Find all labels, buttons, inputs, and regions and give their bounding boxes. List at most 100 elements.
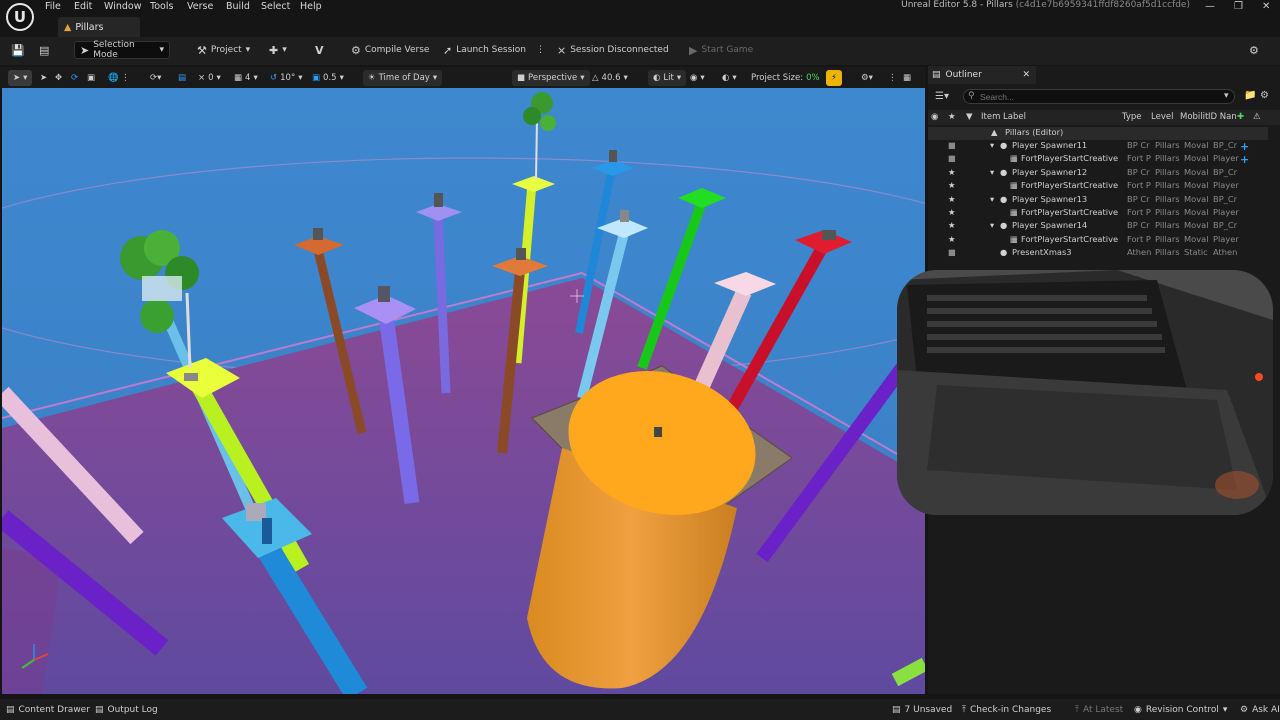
star-icon[interactable]: ★ bbox=[948, 207, 955, 217]
angle-snap-control[interactable]: ↺ 10° ▾ bbox=[270, 70, 302, 86]
add-icon[interactable]: + bbox=[1240, 153, 1249, 166]
outliner-row[interactable]: ★ ▦ FortPlayerStartCreative Fort P Pillars Mo… bbox=[928, 180, 1268, 193]
minimize-icon[interactable]: — bbox=[1205, 1, 1215, 12]
outliner-row[interactable]: ■ ▦ FortPlayerStartCreative Fort P Pillars Mo… bbox=[928, 153, 1268, 166]
checkin-button[interactable]: ⤒ Check-in Changes bbox=[962, 703, 1051, 717]
maximize-icon[interactable]: ❐ bbox=[1234, 1, 1243, 12]
expand-icon[interactable]: ▾ bbox=[990, 194, 994, 204]
unstarred-icon[interactable]: ■ bbox=[948, 247, 956, 257]
grid-size-control[interactable]: ▦ 4 ▾ bbox=[234, 70, 258, 86]
fov-control[interactable]: △ 40.6 ▾ bbox=[592, 70, 628, 86]
compile-verse-button[interactable]: ⚙ Compile Verse bbox=[346, 41, 434, 59]
level-viewport[interactable] bbox=[2, 88, 925, 694]
menu-tools[interactable]: Tools bbox=[150, 1, 173, 12]
expand-icon[interactable]: ▾ bbox=[990, 140, 994, 150]
start-game-button[interactable]: ▶ Start Game bbox=[684, 41, 758, 59]
close-icon[interactable]: ✕ bbox=[1022, 70, 1030, 80]
selection-mode-dropdown[interactable]: ➤ Selection Mode ▾ bbox=[74, 40, 170, 60]
column-level[interactable]: Level bbox=[1151, 112, 1173, 122]
time-of-day-dropdown[interactable]: ☀ Time of Day ▾ bbox=[363, 70, 443, 86]
transform-tool-dropdown[interactable]: ➤ ▾ bbox=[8, 70, 33, 86]
more-vp-icon[interactable]: ⋮ bbox=[121, 70, 130, 86]
outliner-row[interactable]: ★ ▦ FortPlayerStartCreative Fort P Pillars Mo… bbox=[928, 234, 1268, 247]
save-icon[interactable]: 💾 bbox=[6, 41, 30, 59]
select-icon[interactable]: ➤ bbox=[40, 70, 47, 86]
content-browser-icon[interactable]: ▤ bbox=[34, 41, 54, 59]
outliner-search-input[interactable] bbox=[963, 89, 1235, 104]
more-viewport-icon[interactable]: ⋮ bbox=[888, 70, 897, 86]
revision-control-button[interactable]: ◉ Revision Control ▾ bbox=[1134, 703, 1227, 717]
warning-icon[interactable]: ⚠ bbox=[1253, 112, 1261, 122]
star-icon[interactable]: ★ bbox=[948, 180, 955, 190]
column-item-label[interactable]: Item Label bbox=[981, 112, 1026, 122]
menu-window[interactable]: Window bbox=[104, 1, 141, 12]
menu-edit[interactable]: Edit bbox=[74, 1, 92, 12]
add-icon[interactable]: + bbox=[1240, 140, 1249, 153]
angle-icon: ↺ bbox=[270, 73, 278, 83]
realtime-icon[interactable]: ⚡ bbox=[826, 70, 842, 86]
add-folder-icon[interactable]: 📁 bbox=[1244, 90, 1256, 101]
tab-level[interactable]: ▲ Pillars bbox=[58, 17, 140, 37]
tree-row-root[interactable]: ▲ Pillars (Editor) bbox=[928, 127, 1268, 140]
outliner-row[interactable]: ★ ▦ FortPlayerStartCreative Fort P Pillars Mo… bbox=[928, 207, 1268, 220]
unstarred-icon[interactable]: ■ bbox=[948, 140, 956, 150]
grid-snap-icon[interactable]: ▤ bbox=[178, 70, 186, 86]
rotate-icon[interactable]: ⟳ bbox=[71, 70, 78, 86]
world-icon[interactable]: 🌐 bbox=[108, 70, 119, 86]
visibility-column-icon[interactable]: ◉ bbox=[931, 112, 938, 122]
scale-icon[interactable]: ▣ bbox=[87, 70, 95, 86]
verse-icon[interactable]: V bbox=[310, 41, 329, 59]
chevron-down-icon[interactable]: ▾ bbox=[1224, 91, 1229, 101]
output-log-button[interactable]: ▤ Output Log bbox=[95, 703, 158, 717]
column-type[interactable]: Type bbox=[1122, 112, 1142, 122]
show-flags-dropdown[interactable]: ◉ ▾ bbox=[690, 70, 705, 86]
chevron-down-icon: ▾ bbox=[245, 45, 251, 55]
add-actor-button[interactable]: ✚ ▾ bbox=[264, 41, 292, 59]
ask-ai-button[interactable]: ⚙ Ask AI bbox=[1240, 703, 1280, 717]
expand-icon[interactable]: ▾ bbox=[990, 220, 994, 230]
star-icon[interactable]: ★ bbox=[948, 234, 955, 244]
pin-column-icon[interactable]: ▼ bbox=[966, 112, 973, 122]
surface-snap-icon[interactable]: ⟳▾ bbox=[150, 70, 161, 86]
menu-build[interactable]: Build bbox=[226, 1, 250, 12]
menu-select[interactable]: Select bbox=[261, 1, 290, 12]
filter-icon[interactable]: ☰▾ bbox=[935, 91, 949, 102]
star-icon[interactable]: ★ bbox=[948, 220, 955, 230]
unsaved-button[interactable]: ▤ 7 Unsaved bbox=[892, 703, 952, 717]
actor-add-icon[interactable]: ✚ bbox=[1237, 112, 1244, 122]
scale-snap-control[interactable]: ▣ 0.5 ▾ bbox=[312, 70, 344, 86]
launch-session-button[interactable]: ➚ Launch Session bbox=[438, 41, 531, 59]
expand-icon[interactable]: ▾ bbox=[990, 167, 994, 177]
outliner-row[interactable]: ★ ▾ ● Player Spawner13 BP Cr Pillars Moval BP_C… bbox=[928, 194, 1268, 207]
close-window-icon[interactable]: ✕ bbox=[1262, 1, 1270, 12]
menu-file[interactable]: File bbox=[45, 1, 61, 12]
star-column-icon[interactable]: ★ bbox=[948, 112, 956, 122]
outliner-row[interactable]: ★ ▾ ● Player Spawner14 BP Cr Pillars Moval BP_C… bbox=[928, 220, 1268, 233]
outliner-row[interactable]: ■ ● PresentXmas3 Athen Pillars Static Athen bbox=[928, 247, 1268, 260]
performance-dropdown[interactable]: ◐ ▾ bbox=[722, 70, 737, 86]
menu-help[interactable]: Help bbox=[300, 1, 322, 12]
users-icon[interactable]: ⚙ bbox=[1244, 41, 1264, 59]
menu-verse[interactable]: Verse bbox=[187, 1, 213, 12]
lit-dropdown[interactable]: ◐ Lit ▾ bbox=[648, 70, 687, 86]
star-icon[interactable]: ★ bbox=[948, 194, 955, 204]
column-mobility[interactable]: Mobilit bbox=[1180, 112, 1208, 122]
outliner-row[interactable]: ★ ▾ ● Player Spawner12 BP Cr Pillars Moval BP_C… bbox=[928, 167, 1268, 180]
move-icon[interactable]: ✥ bbox=[55, 70, 62, 86]
unreal-logo-icon[interactable]: U bbox=[6, 3, 34, 31]
tab-outliner[interactable]: ▤ Outliner ✕ bbox=[928, 66, 1036, 84]
perspective-dropdown[interactable]: ■ Perspective ▾ bbox=[512, 70, 590, 86]
layout-icon[interactable]: ▦ bbox=[903, 70, 911, 86]
star-icon[interactable]: ★ bbox=[948, 167, 955, 177]
settings-icon[interactable]: ⚙ bbox=[1260, 90, 1269, 101]
rotation-snap-control[interactable]: ⨯ 0 ▾ bbox=[198, 70, 221, 86]
column-id[interactable]: ID Nan bbox=[1208, 112, 1237, 122]
more-options-icon[interactable]: ⋮ bbox=[531, 41, 550, 59]
content-drawer-button[interactable]: ▤ Content Drawer bbox=[6, 703, 90, 717]
row-type: Fort P bbox=[1127, 180, 1151, 191]
project-dropdown[interactable]: ⚒ Project ▾ bbox=[192, 41, 255, 59]
session-status[interactable]: ⨯ Session Disconnected bbox=[552, 41, 674, 59]
outliner-row[interactable]: ■ ▾ ● Player Spawner11 BP Cr Pillars Moval BP_C… bbox=[928, 140, 1268, 153]
unstarred-icon[interactable]: ■ bbox=[948, 153, 956, 163]
settings-icon[interactable]: ⚙▾ bbox=[861, 70, 873, 86]
